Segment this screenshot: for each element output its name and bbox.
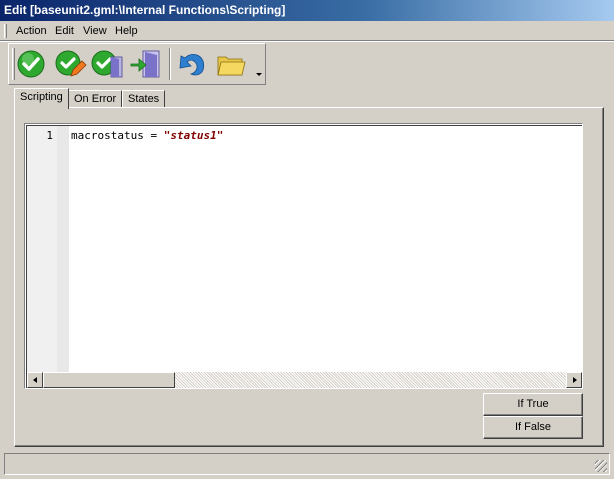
undo-icon	[179, 54, 205, 76]
line-number: 1	[46, 129, 53, 142]
tab-on-error[interactable]: On Error	[68, 90, 123, 108]
tab-states[interactable]: States	[122, 90, 166, 108]
toolbar	[8, 43, 266, 85]
check-door-icon	[91, 50, 123, 78]
script-editor[interactable]: 1 macrostatus = "status1"	[24, 123, 583, 389]
ok-close-button[interactable]	[89, 47, 125, 81]
code-identifier: macrostatus	[71, 129, 144, 142]
code-line: macrostatus = "status1"	[71, 129, 223, 142]
menu-edit[interactable]: Edit	[52, 23, 77, 39]
check-icon	[17, 50, 45, 78]
ok-edit-button[interactable]	[51, 47, 87, 81]
scroll-thumb[interactable]	[43, 372, 175, 388]
scroll-right-button[interactable]	[566, 372, 582, 388]
ok-button[interactable]	[13, 47, 49, 81]
arrow-left-icon	[33, 377, 37, 383]
exit-door-icon	[130, 50, 160, 78]
tab-scripting[interactable]: Scripting	[14, 88, 69, 109]
dropdown-arrow-icon[interactable]	[256, 73, 262, 76]
toolbar-separator	[169, 48, 171, 80]
menu-action[interactable]: Action	[13, 23, 50, 39]
menu-help[interactable]: Help	[112, 23, 141, 39]
code-string: "status1"	[163, 129, 224, 142]
menu-bar: Action Edit View Help	[0, 21, 614, 41]
status-bar	[4, 453, 610, 475]
if-true-button[interactable]: If True	[483, 393, 583, 416]
menu-view[interactable]: View	[80, 23, 110, 39]
folder-icon	[217, 56, 246, 76]
scroll-left-button[interactable]	[27, 372, 43, 388]
code-operator: =	[143, 129, 164, 142]
menu-grip[interactable]	[4, 24, 7, 38]
undo-button[interactable]	[175, 47, 211, 81]
horizontal-scrollbar[interactable]	[27, 372, 582, 388]
if-false-button[interactable]: If False	[483, 416, 583, 439]
line-number-gutter: 1	[27, 126, 57, 372]
check-edit-icon	[55, 50, 87, 77]
window-title: Edit [baseunit2.gml:\Internal Functions\…	[0, 0, 614, 21]
exit-button[interactable]	[127, 47, 163, 81]
open-folder-button[interactable]	[213, 47, 249, 81]
resize-grip-icon[interactable]	[595, 460, 607, 472]
arrow-right-icon	[573, 377, 577, 383]
code-area[interactable]: macrostatus = "status1"	[57, 126, 582, 372]
